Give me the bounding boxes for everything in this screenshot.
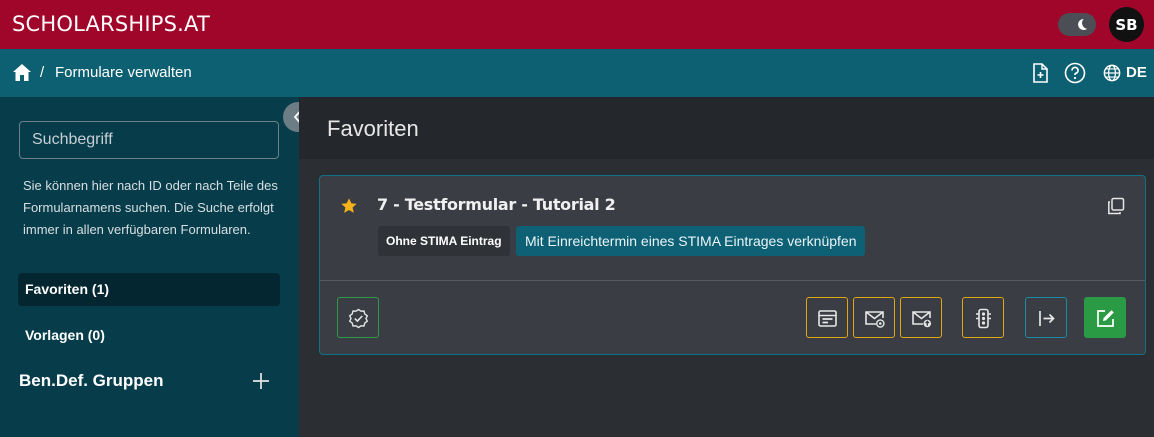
breadcrumb-bar: / Formulare verwalten DE: [0, 49, 1154, 97]
export-button[interactable]: [1025, 297, 1067, 338]
approve-button[interactable]: [337, 297, 379, 338]
traffic-light-icon: [976, 308, 991, 329]
sidebar-item-favoriten[interactable]: Favoriten (1): [18, 273, 280, 306]
form-card: 7 - Testformular - Tutorial 2 Ohne STIMA…: [319, 175, 1146, 355]
edit-button[interactable]: [1084, 297, 1126, 338]
new-form-icon[interactable]: [1029, 62, 1051, 84]
form-title[interactable]: 7 - Testformular - Tutorial 2: [377, 195, 616, 214]
card-divider: [320, 280, 1145, 281]
mail-upload-icon: [912, 311, 932, 328]
breadcrumb-current-page: Formulare verwalten: [55, 64, 192, 81]
sidebar-item-vorlagen[interactable]: Vorlagen (0): [18, 319, 280, 352]
main-header: Favoriten: [299, 97, 1154, 159]
theme-toggle[interactable]: [1058, 13, 1096, 36]
top-bar: SCHOLARSHIPS.AT SB: [0, 0, 1154, 49]
globe-icon[interactable]: [1103, 64, 1121, 82]
mail-at-icon: [865, 311, 885, 328]
search-hint: Sie können hier nach ID oder nach Teile …: [23, 178, 278, 237]
page-title: Favoriten: [327, 116, 419, 141]
breadcrumb-separator: /: [40, 64, 45, 81]
stima-status-badge: Ohne STIMA Eintrag: [378, 226, 510, 256]
groups-section-title: Ben.Def. Gruppen: [19, 371, 164, 390]
user-avatar[interactable]: SB: [1109, 7, 1144, 42]
calendar-list-icon: [818, 310, 837, 327]
moon-icon: [1078, 18, 1088, 31]
help-icon[interactable]: [1064, 62, 1086, 84]
export-icon: [1039, 311, 1055, 326]
schedule-button[interactable]: [806, 297, 848, 338]
copy-icon[interactable]: [1107, 197, 1125, 215]
brand-logo[interactable]: SCHOLARSHIPS.AT: [12, 12, 210, 36]
sidebar: Sie können hier nach ID oder nach Teile …: [0, 97, 299, 437]
email-upload-button[interactable]: [900, 297, 942, 338]
language-switch[interactable]: DE: [1126, 64, 1147, 81]
status-button[interactable]: [962, 297, 1004, 338]
email-button[interactable]: [853, 297, 895, 338]
badge-check-icon: [348, 308, 369, 329]
star-icon[interactable]: [340, 197, 358, 215]
edit-icon: [1097, 310, 1114, 327]
link-stima-button[interactable]: Mit Einreichtermin eines STIMA Eintrages…: [516, 226, 866, 256]
home-icon[interactable]: [12, 63, 32, 82]
search-input[interactable]: [19, 121, 279, 159]
plus-icon[interactable]: [252, 372, 270, 390]
